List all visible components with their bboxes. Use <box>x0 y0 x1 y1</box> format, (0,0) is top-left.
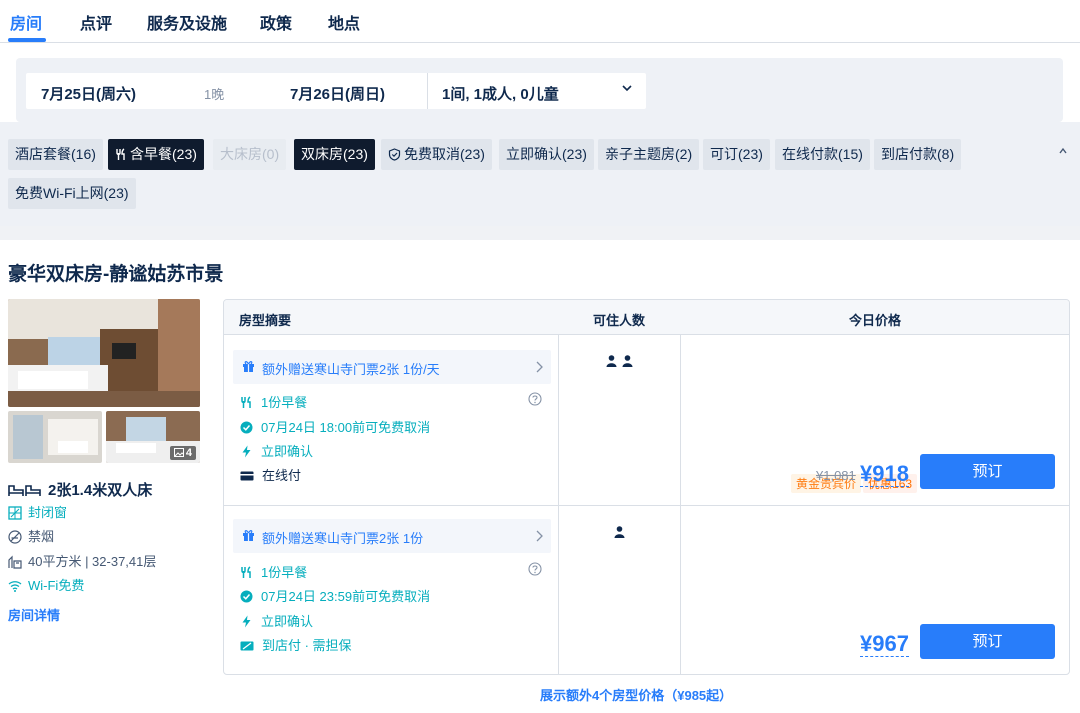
column-header-summary: 房型摘要 <box>239 313 292 328</box>
bathroom-photo-image <box>8 411 102 463</box>
divider <box>427 73 428 109</box>
table-row: 额外赠送寒山寺门票2张 1份/天 1份早餐 07月24日 18:00前可免费取消… <box>224 335 1069 505</box>
filter-chip-breakfast[interactable]: 含早餐(23) <box>108 139 204 170</box>
filter-chip-family[interactable]: 亲子主题房(2) <box>598 139 700 170</box>
tab-bar: 房间 点评 服务及设施 政策 地点 <box>0 0 1080 43</box>
occupancy-indicator <box>614 525 625 541</box>
room-details-link[interactable]: 房间详情 <box>8 605 60 624</box>
filter-chip-free-cancel[interactable]: 免费取消(23) <box>381 139 492 170</box>
feature-wifi: Wi-Fi免费 <box>8 575 84 594</box>
breakfast-perk: 1份早餐 <box>240 562 307 581</box>
breakfast-perk: 1份早餐 <box>240 392 307 411</box>
filter-panel <box>0 122 1080 226</box>
nights-count: 1晚 <box>204 87 225 102</box>
checkin-date[interactable]: 7月25日(周六) <box>41 83 136 104</box>
area-icon <box>8 555 22 569</box>
chevron-right-icon <box>536 530 543 542</box>
section-divider <box>0 226 1080 240</box>
gift-text: 额外赠送寒山寺门票2张 1份 <box>262 531 424 546</box>
guest-selector[interactable]: 1间, 1成人, 0儿童 <box>442 83 559 104</box>
check-circle-icon <box>240 590 253 603</box>
tab-rooms[interactable]: 房间 <box>10 10 42 34</box>
pay-at-hotel-icon <box>240 641 254 651</box>
instant-confirm-perk: 立即确认 <box>240 611 313 630</box>
utensils-icon <box>241 396 251 408</box>
filter-chip-twin-bed[interactable]: 双床房(23) <box>294 139 375 170</box>
date-guest-selector: 7月25日(周六) 1晚 7月26日(周日) 1间, 1成人, 0儿童 <box>26 73 646 109</box>
person-icon <box>614 526 625 538</box>
lightning-icon <box>242 445 251 458</box>
wifi-icon <box>8 581 22 592</box>
checkout-date[interactable]: 7月26日(周日) <box>290 83 385 104</box>
gift-icon <box>243 361 254 372</box>
photo-count-badge: 4 <box>169 446 196 460</box>
room-photo-thumb[interactable]: 4 <box>106 411 200 463</box>
filter-chip-king-bed: 大床房(0) <box>213 139 287 170</box>
column-header-price: 今日价格 <box>849 313 902 328</box>
window-icon <box>8 506 22 520</box>
original-price: ¥1,081 <box>816 468 856 483</box>
chevron-down-icon[interactable] <box>620 81 634 95</box>
chevron-up-icon[interactable] <box>1057 145 1069 157</box>
column-header-occupancy: 可住人数 <box>593 313 646 328</box>
book-button[interactable]: 预订 <box>920 624 1055 659</box>
filter-chip-free-wifi[interactable]: 免费Wi-Fi上网(23) <box>8 178 136 209</box>
tab-reviews[interactable]: 点评 <box>80 10 112 34</box>
bed-info: 2张1.4米双人床 <box>8 479 152 500</box>
help-icon[interactable] <box>528 392 542 406</box>
lightning-icon <box>242 615 251 628</box>
payment-method: 到店付 · 需担保 <box>240 635 352 654</box>
shield-icon <box>388 148 401 161</box>
free-cancel-perk: 07月24日 23:59前可免费取消 <box>240 586 430 605</box>
image-icon <box>173 448 184 457</box>
free-cancel-perk: 07月24日 18:00前可免费取消 <box>240 417 430 436</box>
filter-chip-available[interactable]: 可订(23) <box>703 139 770 170</box>
rate-table: 房型摘要 可住人数 今日价格 额外赠送寒山寺门票2张 1份/天 1份早餐 07月… <box>223 299 1070 675</box>
check-circle-icon <box>240 421 253 434</box>
occupancy-indicator <box>606 354 633 370</box>
credit-card-icon <box>240 471 254 481</box>
filter-chip-pay-at-hotel[interactable]: 到店付款(8) <box>874 139 962 170</box>
tab-facilities[interactable]: 服务及设施 <box>147 10 227 34</box>
room-photo-main[interactable] <box>8 299 200 407</box>
gift-offer-row[interactable]: 额外赠送寒山寺门票2张 1份 <box>233 519 551 553</box>
tab-location[interactable]: 地点 <box>328 10 360 34</box>
gift-offer-row[interactable]: 额外赠送寒山寺门票2张 1份/天 <box>233 350 551 384</box>
room-photo-thumb[interactable] <box>8 411 102 463</box>
chevron-right-icon <box>536 361 543 373</box>
feature-window: 封闭窗 <box>8 502 67 521</box>
room-title: 豪华双床房-静谧姑苏市景 <box>8 264 224 285</box>
feature-no-smoking: 禁烟 <box>8 526 54 545</box>
gift-text: 额外赠送寒山寺门票2张 1份/天 <box>262 362 440 377</box>
bed-icon <box>8 485 41 496</box>
show-more-rooms-link[interactable]: 展示额外4个房型价格（¥985起） <box>540 685 732 704</box>
person-icon <box>606 355 617 367</box>
utensils-icon <box>241 566 251 578</box>
payment-method: 在线付 <box>240 465 301 484</box>
active-tab-indicator <box>8 38 46 42</box>
current-price[interactable]: ¥918 <box>860 462 909 487</box>
tab-policies[interactable]: 政策 <box>260 10 292 34</box>
filter-chip-package[interactable]: 酒店套餐(16) <box>8 139 103 170</box>
table-row: 额外赠送寒山寺门票2张 1份 1份早餐 07月24日 23:59前可免费取消 立… <box>224 506 1069 674</box>
person-icon <box>622 355 633 367</box>
book-button[interactable]: 预订 <box>920 454 1055 489</box>
utensils-icon <box>116 148 125 160</box>
filter-chip-pay-online[interactable]: 在线付款(15) <box>775 139 870 170</box>
current-price[interactable]: ¥967 <box>860 632 909 657</box>
no-smoking-icon <box>8 530 22 544</box>
room-photo-image <box>8 299 200 407</box>
help-icon[interactable] <box>528 562 542 576</box>
instant-confirm-perk: 立即确认 <box>240 441 313 460</box>
gift-icon <box>243 530 254 541</box>
table-header: 房型摘要 可住人数 今日价格 <box>224 300 1069 335</box>
feature-area: 40平方米 | 32-37,41层 <box>8 551 156 570</box>
filter-chip-instant-confirm[interactable]: 立即确认(23) <box>499 139 594 170</box>
